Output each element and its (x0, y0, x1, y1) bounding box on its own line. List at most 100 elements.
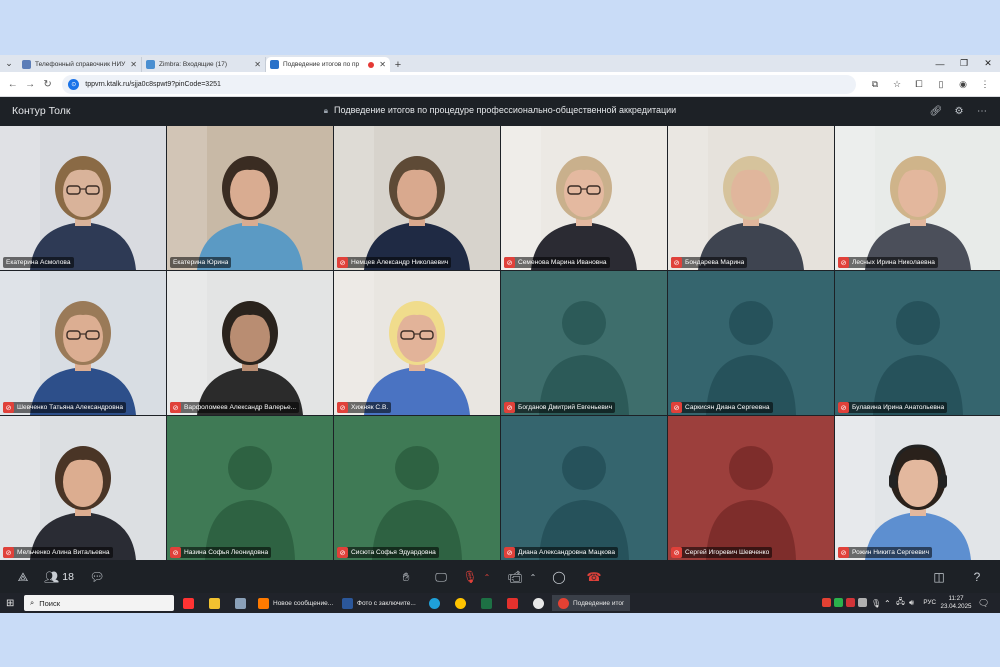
windows-start-icon[interactable]: ⊞ (6, 595, 14, 611)
tray-microphone-icon[interactable]: 🎙︎ (871, 595, 881, 611)
participant-name: Немцев Александр Николаевич (351, 259, 449, 266)
edge-icon[interactable] (426, 595, 442, 611)
tab-search-chevron-icon[interactable]: ⌄ (0, 55, 18, 72)
extensions-puzzle-icon[interactable]: ⧠ (908, 79, 930, 90)
yandex-browser-icon[interactable] (180, 595, 196, 611)
close-tab-icon[interactable]: ✕ (379, 60, 386, 69)
participant-grid: Екатерина Асмолова Екатерина Юрина ⊘ Немцев… (0, 126, 1000, 560)
participant-tile[interactable]: ⊘ Сисюта Софья Эдуардовна (334, 416, 500, 560)
install-app-icon[interactable]: ⧉ (864, 79, 886, 90)
copy-link-icon[interactable]: 🔗︎ (928, 103, 944, 119)
tray-app-icon[interactable] (846, 598, 855, 607)
browser-tab-meeting[interactable]: Подведение итогов по пр ✕ (266, 57, 390, 72)
camera-icon[interactable]: 📹︎ (506, 569, 524, 585)
recording-indicator-icon (368, 61, 375, 68)
participant-tile[interactable]: ⊘ Богданов Дмитрий Евгеньевич (501, 271, 667, 415)
taskbar-app-chrome[interactable]: Подведение итого... (552, 595, 630, 611)
help-icon[interactable]: ? (968, 569, 986, 585)
participant-video (501, 126, 667, 270)
participant-tile[interactable]: Екатерина Асмолова (0, 126, 166, 270)
browser-menu-icon[interactable]: ⋮ (974, 79, 996, 90)
participant-tile[interactable]: ⊘ Назина Софья Леонидовна (167, 416, 333, 560)
microphone-muted-icon: ⊘ (838, 257, 849, 268)
layout-icon[interactable]: ◫ (930, 569, 948, 585)
notifications-icon[interactable]: 🗨︎ (978, 595, 989, 611)
participant-tile[interactable]: ⊘ Диана Александровна Мацкова (501, 416, 667, 560)
tab-title: Zimbra: Входящие (17) (159, 61, 228, 68)
participant-video (334, 271, 500, 415)
participants-button[interactable]: 👥︎ 18 (44, 569, 74, 585)
participant-tile[interactable]: ⊘ Рожин Никита Сергеевич (835, 416, 1000, 560)
participant-tile[interactable]: ⊘ Семенова Марина Ивановна (501, 126, 667, 270)
participant-name: Назина Софья Леонидовна (184, 549, 269, 556)
participant-tile[interactable]: ⊘ Шевченко Татьяна Александровна (0, 271, 166, 415)
sidebar-icon[interactable]: ▯ (930, 79, 952, 90)
tray-app-icon[interactable] (822, 598, 831, 607)
beeline-icon[interactable] (452, 595, 468, 611)
browser-tab-phonebook[interactable]: Телефонный справочник НИУ ✕ (18, 57, 142, 72)
taskbar-app-word[interactable]: Фото с заключите... (342, 595, 416, 611)
participant-tile[interactable]: Екатерина Юрина (167, 126, 333, 270)
taskbar-app-thunderbird[interactable]: Новое сообщение... (258, 595, 333, 611)
media-player-icon[interactable] (530, 595, 546, 611)
tray-app-icon[interactable] (858, 598, 867, 607)
microphone-options-chevron-icon[interactable]: ⌃ (482, 569, 492, 585)
close-window-icon[interactable]: ✕ (976, 55, 1000, 72)
search-placeholder: Поиск (39, 598, 60, 608)
reload-icon[interactable]: ↻ (39, 75, 56, 93)
network-icon[interactable]: 🖧︎ (896, 595, 905, 611)
participant-tile[interactable]: ⊘ Булавина Ирина Анатольевна (835, 271, 1000, 415)
participant-tile[interactable]: ⊘ Мельченко Алина Витальевна (0, 416, 166, 560)
apps-shapes-icon[interactable]: ⟁ (14, 569, 32, 585)
participant-tile[interactable]: ⊘ Варфоломеев Александр Валерье... (167, 271, 333, 415)
participant-tile[interactable]: ⊘ Саркисян Диана Сергеевна (668, 271, 834, 415)
microphone-muted-icon: ⊘ (337, 257, 348, 268)
system-clock[interactable]: 11:27 23.04.2025 (934, 595, 978, 611)
excel-icon[interactable] (478, 595, 494, 611)
leave-call-icon[interactable]: ☎︎ (585, 569, 603, 585)
restore-icon[interactable]: ❐ (952, 55, 976, 72)
anydesk-icon[interactable] (504, 595, 520, 611)
raise-hand-icon[interactable]: ✋︎ (397, 569, 415, 585)
avatar-placeholder-icon (873, 301, 963, 415)
profile-icon[interactable]: ◉ (952, 79, 974, 90)
chrome-icon (558, 597, 569, 609)
close-tab-icon[interactable]: ✕ (254, 60, 261, 69)
calculator-icon[interactable] (232, 595, 248, 611)
minimize-icon[interactable]: — (928, 55, 952, 72)
more-options-icon[interactable]: ⋯ (974, 103, 990, 119)
site-info-icon[interactable]: ⊙ (68, 78, 80, 90)
tray-kaspersky-icon[interactable] (834, 598, 843, 607)
participant-name-tag: ⊘ Рожин Никита Сергеевич (838, 547, 933, 558)
forward-arrow-icon[interactable]: → (21, 75, 38, 93)
camera-options-chevron-icon[interactable]: ⌃ (528, 569, 538, 585)
taskbar-search-field[interactable]: ⌕ Поиск (24, 595, 174, 611)
participant-name: Варфоломеев Александр Валерье... (184, 404, 297, 411)
participant-tile[interactable]: ⊘ Лесных Ирина Николаевна (835, 126, 1000, 270)
screen-share-icon[interactable]: 🖵︎ (432, 569, 450, 585)
meeting-toolbar: ⟁ 👥︎ 18 💬︎ ✋︎ 🖵︎ 🎙︎ ⌃ 📹︎ ⌃ ◯ ☎︎ ◫ ? (0, 561, 1000, 593)
participant-tile[interactable]: ⊘ Немцев Александр Николаевич (334, 126, 500, 270)
microphone-muted-icon: ⊘ (3, 547, 14, 558)
record-icon[interactable]: ◯ (550, 569, 568, 585)
participant-name: Лесных Ирина Николаевна (852, 259, 935, 266)
close-tab-icon[interactable]: ✕ (130, 60, 137, 69)
new-tab-button[interactable]: + (390, 57, 406, 72)
volume-icon[interactable]: 🔊︎ (909, 595, 914, 611)
microphone-muted-icon[interactable]: 🎙︎ (461, 569, 479, 585)
file-explorer-icon[interactable] (206, 595, 222, 611)
participant-tile[interactable]: ⊘ Бондарева Марина (668, 126, 834, 270)
chat-icon[interactable]: 💬︎ (88, 569, 106, 585)
browser-tab-strip: ⌄ Телефонный справочник НИУ ✕ Zimbra: Вх… (0, 55, 1000, 72)
settings-gear-icon[interactable]: ⚙ (951, 103, 967, 119)
meeting-title: 🔒︎ Подведение итогов по процедуре професс… (0, 105, 1000, 116)
browser-tab-zimbra[interactable]: Zimbra: Входящие (17) ✕ (142, 57, 266, 72)
tray-expand-chevron-icon[interactable]: ⌃ (884, 595, 891, 611)
back-arrow-icon[interactable]: ← (4, 75, 21, 93)
participant-tile[interactable]: ⊘ Сергей Игоревич Шевченко (668, 416, 834, 560)
participant-name-tag: ⊘ Диана Александровна Мацкова (504, 547, 618, 558)
url-field[interactable]: ⊙ tppvrn.ktalk.ru/sjja0c8spwt9?pinCode=3… (62, 74, 857, 94)
bookmark-star-icon[interactable]: ☆ (886, 79, 908, 90)
avatar-placeholder-icon (205, 446, 295, 560)
participant-tile[interactable]: ⊘ Хижняк С.В. (334, 271, 500, 415)
